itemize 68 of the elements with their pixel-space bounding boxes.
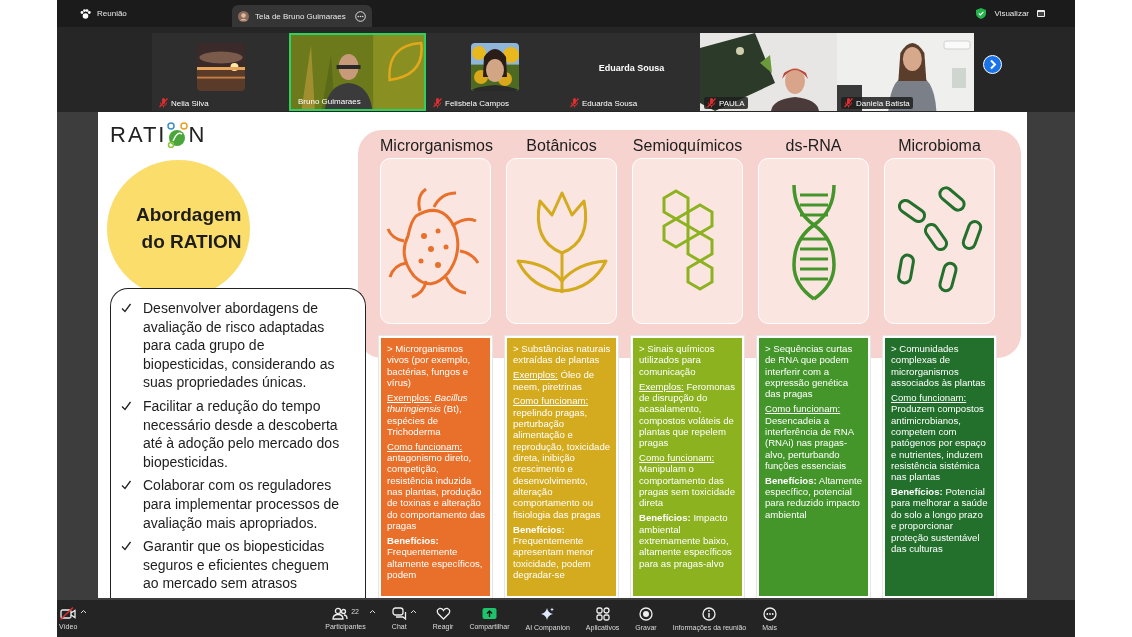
caret-icon[interactable] — [80, 609, 88, 614]
goal-text: Desenvolver abordagens de avaliação de risco adaptadas para cada grupo de biopesticidas, considerando as suas propriedades únicas. — [143, 299, 336, 393]
description-text: Como funcionam: Manipulam o comportamento das pragas sem toxicidade direta — [639, 452, 736, 509]
heart-icon[interactable] — [435, 606, 451, 620]
description-text: > Sinais químicos utilizados para comunicação — [639, 343, 716, 378]
check-icon — [121, 480, 131, 491]
record-icon[interactable] — [639, 606, 653, 621]
sparkle-icon[interactable] — [540, 606, 556, 621]
description-text: Como funcionam: Produzem compostos antimicrobianos, competem com patógenos por espaço e nutrientes, induzem resistência sistémica nas plantas — [891, 391, 987, 483]
description-text: Benefícios: Frequentemente apresentam menor toxicidade, podem degradar-se — [513, 523, 595, 581]
chat-icon[interactable] — [391, 606, 407, 620]
participant-tile[interactable]: Nelia Silva — [152, 33, 289, 111]
category-title: Microbioma — [897, 137, 982, 155]
description-text: > Substâncias naturais extraídas de plantas — [513, 343, 612, 366]
description-text: Exemplos: Feromonas de disrupção do acasalamento, compostos voláteis de plantas que repelem pragas — [639, 380, 736, 449]
description-text: > Sequências curtas de RNA que podem interferir com a expressão genética das pragas — [765, 343, 854, 400]
description-text: > Comunidades complexas de microrganismos associados às plantas — [891, 343, 987, 389]
share-screen-icon[interactable] — [481, 606, 497, 620]
description-text: Como funcionam: Desencadeia a interferência de RNA (RNAi) nas pragas-alvo, perturbando funções essenciais — [765, 403, 855, 472]
description-text: Benefícios: Frequentemente altamente específicos, podem — [387, 535, 484, 581]
view-button[interactable]: Visualizar — [994, 9, 1029, 18]
shield-icon — [976, 8, 987, 19]
category-title: Microrganismos — [380, 137, 491, 155]
camera-off-icon[interactable] — [60, 607, 77, 620]
participant-tile[interactable]: Eduarda Sousa Eduarda Sousa — [563, 33, 700, 111]
window-icon — [1037, 10, 1045, 17]
goal-text: Garantir que os biopesticidas seguros e eficientes cheguem ao mercado sem atrasos — [143, 537, 330, 593]
participant-name: Nelia Silva — [171, 98, 209, 108]
paw-icon — [80, 8, 91, 19]
participant-tile[interactable]: Bruno Guimaraes — [289, 33, 426, 111]
participant-tile[interactable]: Daniela Batista — [837, 33, 974, 111]
description-text: Como funcionam: antagonismo direto, competição, resistência induzida nas plantas, produção de toxinas e alteração do comportamento das pragas — [387, 440, 486, 532]
goal-text: Colaborar com os reguladores para implementar processos de avaliação mais apropriados. — [143, 476, 341, 533]
category-title: Semioquímicos — [632, 137, 743, 155]
participant-name: Felisbela Campos — [445, 98, 510, 108]
participant-tile[interactable]: PAULA — [700, 33, 837, 111]
screen-share-tab[interactable]: Tela de Bruno Guimaraes — [232, 5, 372, 27]
description-text: Exemplos: Óleo de neem, piretrinas — [513, 369, 596, 392]
avatar-icon — [238, 10, 249, 22]
participant-tile[interactable]: Felisbela Campos — [426, 33, 563, 111]
check-icon — [121, 541, 131, 552]
participant-name: Eduarda Sousa — [598, 63, 665, 73]
people-icon[interactable] — [332, 606, 349, 620]
molecule-leaf-icon — [166, 121, 189, 148]
meeting-label[interactable]: Reunião — [97, 9, 127, 18]
check-icon — [121, 303, 131, 314]
logo-text: N — [188, 123, 207, 146]
description-text: Benefícios: Impacto ambiental extremamente baixo, altamente específicos para as pragas-alvo — [639, 512, 733, 570]
description-text: Exemplos: Bacillus thuringiensis (Bt), espécies de Trichoderma — [387, 391, 469, 438]
description-text: > Microrganismos vivos (por exemplo, bactérias, fungos e vírus) — [387, 343, 472, 389]
description-text: Benefícios: Potencial para melhorar a saúde do solo a longo prazo e proporcionar proteção sustentável das culturas — [891, 486, 989, 555]
description-text: Benefícios: Altamente específico, potencial para reduzido impacto ambiental — [765, 474, 864, 521]
description-text: Como funcionam: repelindo pragas, perturbação alimentação e reprodução, toxicidade direta, inibição crescimento e desenvolvimento, alteração comportamento ou fisiologia das pragas — [513, 395, 612, 521]
participant-name: Eduarda Sousa — [582, 98, 638, 108]
caret-icon[interactable] — [409, 608, 417, 614]
more-icon[interactable] — [355, 10, 366, 22]
logo-text: RATI — [110, 123, 167, 146]
participant-name: Bruno Guimaraes — [298, 97, 361, 106]
info-icon[interactable] — [702, 606, 717, 621]
participant-name: Daniela Batista — [856, 98, 910, 108]
goal-text: Facilitar a redução do tempo necessário desde a descoberta até à adoção pelo mercado dos biopesticidas. — [143, 397, 341, 472]
category-title: ds-RNA — [784, 137, 843, 155]
caret-icon[interactable] — [368, 608, 376, 614]
more-icon[interactable] — [762, 606, 777, 621]
check-icon — [121, 401, 131, 412]
participant-name: PAULA — [719, 98, 745, 108]
apps-icon[interactable] — [595, 606, 610, 621]
category-title: Botânicos — [525, 137, 598, 155]
